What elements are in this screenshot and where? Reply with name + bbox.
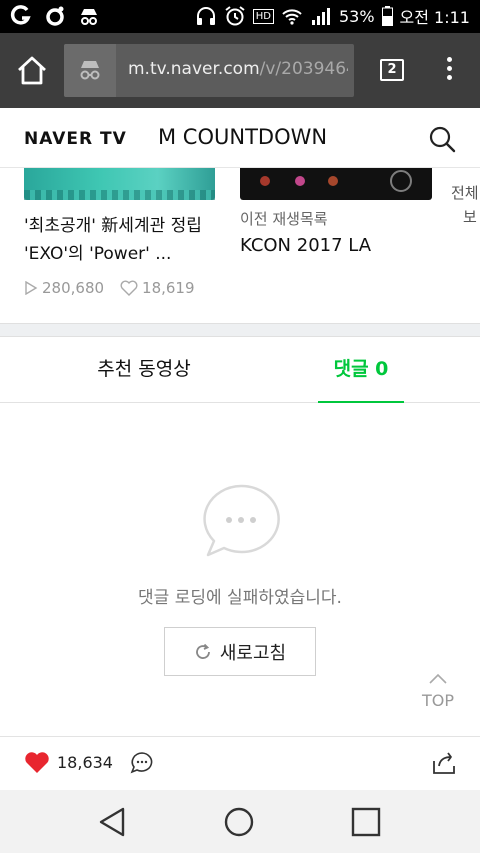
play-count-icon [25, 281, 38, 295]
section-divider [0, 323, 480, 337]
status-bar: HD 53% 오전 1:11 [0, 0, 480, 33]
battery-percent: 53% [338, 6, 375, 26]
refresh-icon [196, 643, 210, 659]
incognito-icon [81, 9, 97, 25]
app-notification-icon [10, 5, 31, 25]
scroll-to-top-button[interactable]: TOP [412, 669, 464, 717]
view-all-link-line2[interactable]: 보 [463, 206, 477, 227]
android-nav-bar [0, 790, 480, 853]
search-icon[interactable] [428, 125, 456, 153]
view-all-link[interactable]: 전체 [451, 182, 479, 203]
tab-comments[interactable]: 댓글 0 [318, 337, 404, 404]
recents-icon[interactable] [350, 806, 382, 838]
alarm-icon [225, 6, 245, 26]
back-icon[interactable] [97, 806, 129, 838]
playlist-title[interactable]: KCON 2017 LA [240, 235, 371, 256]
content-tabs: 추천 동영상 댓글 0 [0, 337, 480, 404]
home-nav-icon[interactable] [223, 806, 255, 838]
site-header: NAVER TV M COUNTDOWN [0, 108, 480, 168]
comments-error-message: 댓글 로딩에 실패하였습니다. [138, 588, 342, 608]
signal-icon [311, 8, 330, 25]
incognito-indicator [64, 44, 116, 97]
hd-badge: HD [252, 8, 274, 24]
refresh-button[interactable]: 새로고침 [164, 627, 316, 676]
url-path: /v/2039464 [259, 59, 348, 79]
share-icon[interactable] [430, 749, 458, 777]
channel-title[interactable]: M COUNTDOWN [158, 125, 327, 149]
playlist-thumbnail[interactable] [240, 168, 432, 200]
url-text: m.tv.naver.com/v/2039464 [128, 59, 348, 79]
browser-menu-button[interactable] [444, 57, 454, 85]
comment-icon[interactable] [130, 751, 154, 775]
video-action-bar: 18,634 [0, 736, 480, 790]
tab-recommended-videos[interactable]: 추천 동영상 [54, 337, 234, 403]
tab-switcher-button[interactable]: 2 [380, 59, 404, 81]
video-carousel[interactable]: '최초공개' 新세계관 정립 'EXO'의 'Power' ... 280,68… [0, 168, 480, 323]
app-notification-icon [46, 6, 64, 26]
like-count: 18,619 [142, 279, 195, 297]
chat-bubble-icon [203, 484, 280, 557]
like-total: 18,634 [57, 753, 113, 772]
chevron-up-icon [429, 673, 447, 684]
clock: 오전 1:11 [399, 8, 470, 27]
like-button[interactable]: 18,634 [24, 751, 113, 774]
browser-toolbar: m.tv.naver.com/v/2039464 2 [0, 33, 480, 108]
refresh-label: 새로고침 [219, 642, 287, 664]
scroll-to-top-label: TOP [421, 691, 454, 710]
video-thumbnail[interactable] [24, 168, 215, 200]
comments-panel: 댓글 로딩에 실패하였습니다. 새로고침 TOP [0, 403, 480, 736]
home-icon[interactable] [14, 53, 50, 89]
address-bar[interactable]: m.tv.naver.com/v/2039464 [64, 44, 354, 97]
naver-tv-logo[interactable]: NAVER TV [24, 129, 127, 149]
play-count: 280,680 [42, 279, 105, 297]
video-stats: 280,680 18,619 [24, 279, 195, 297]
video-title[interactable]: '최초공개' 新세계관 정립 'EXO'의 'Power' ... [24, 212, 220, 268]
wifi-icon [282, 9, 302, 25]
heart-icon [25, 752, 49, 773]
headphones-icon [196, 7, 215, 25]
url-host: m.tv.naver.com [128, 59, 260, 79]
incognito-icon [80, 61, 100, 80]
playlist-label: 이전 재생목록 [240, 210, 328, 228]
like-count-icon [120, 280, 138, 296]
battery-icon [381, 6, 393, 26]
